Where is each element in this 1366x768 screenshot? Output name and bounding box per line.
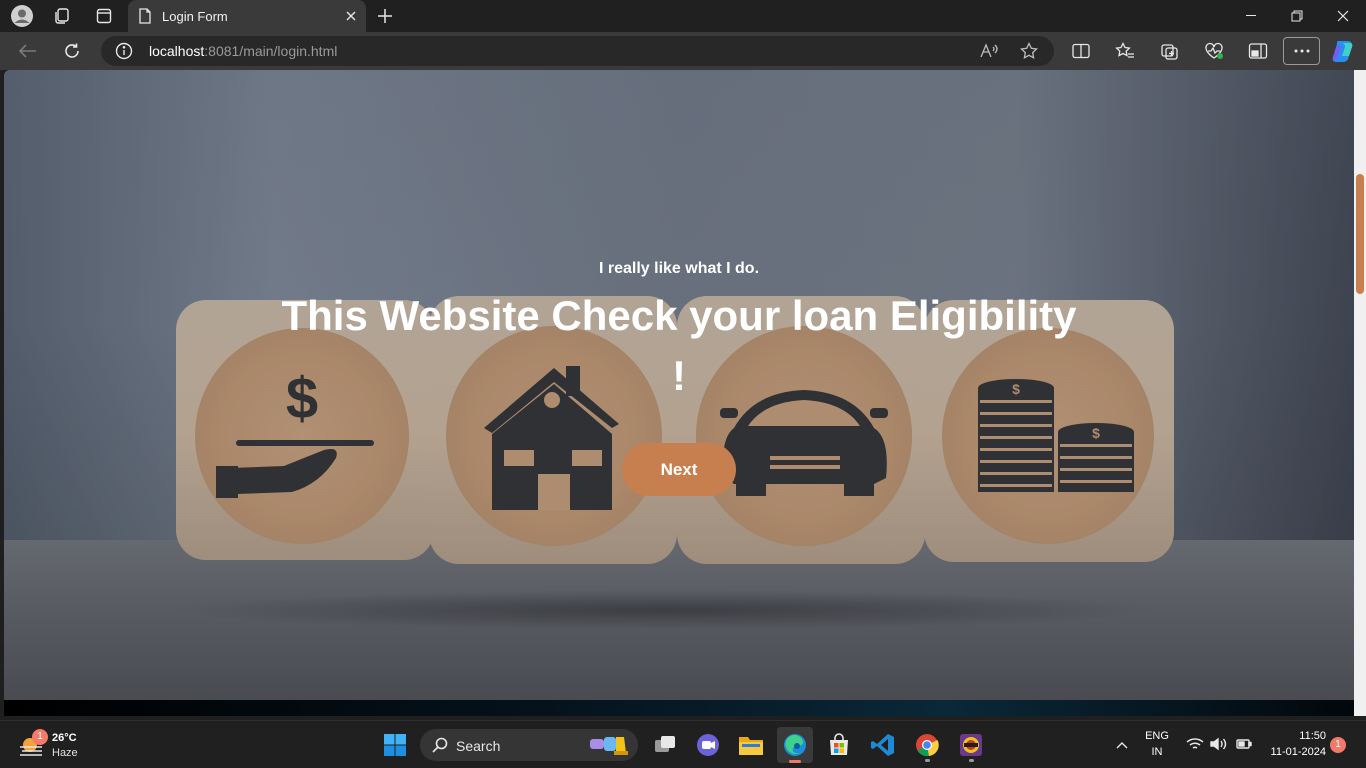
profile-avatar-icon[interactable] [8,4,36,28]
search-icon [432,737,448,753]
notification-badge[interactable]: 1 [1330,737,1346,753]
page-viewport: $ $ $ I really like what I do. This Webs… [4,70,1354,716]
minimize-icon[interactable] [1228,0,1274,32]
close-tab-icon[interactable] [342,7,360,25]
weather-condition: Haze [52,747,78,759]
browser-title-bar: Login Form [0,0,1366,32]
vscode-icon[interactable] [865,727,901,763]
tab-login-form[interactable]: Login Form [128,0,366,32]
search-label: Search [456,738,501,754]
input-region[interactable]: IN [1142,746,1172,758]
clock-time[interactable]: 11:50 [1262,730,1326,742]
scrollbar-thumb[interactable] [1356,174,1364,294]
hero-subtitle: I really like what I do. [598,260,760,277]
start-windows-icon[interactable] [377,727,413,763]
copilot-icon[interactable] [1328,37,1358,65]
vertical-tabs-icon[interactable] [90,4,118,28]
input-language[interactable]: ENG [1142,730,1172,742]
weather-alert-badge: 1 [32,729,48,745]
file-explorer-icon[interactable] [733,727,769,763]
hero-content: I really like what I do. This Website Ch… [4,70,1354,700]
refresh-icon[interactable] [57,37,87,65]
chrome-icon[interactable] [909,727,945,763]
address-bar[interactable]: localhost:8081/main/login.html [101,36,1054,66]
task-view-icon[interactable] [647,727,683,763]
teams-chat-icon[interactable] [690,727,726,763]
microsoft-store-icon[interactable] [821,727,857,763]
weather-widget[interactable]: 1 26°C Haze [18,729,88,761]
split-screen-icon[interactable] [1066,37,1096,65]
back-arrow-icon[interactable] [13,37,43,65]
clock-date[interactable]: 11-01-2024 [1262,746,1326,758]
sidebar-icon[interactable] [1243,37,1273,65]
site-info-icon[interactable] [115,42,133,60]
favorite-star-icon[interactable] [1018,41,1040,61]
search-highlight-icon [590,737,628,755]
volume-icon[interactable] [1210,737,1228,751]
page-footer-strip [4,700,1354,716]
workspaces-icon[interactable] [48,4,76,28]
read-aloud-icon[interactable] [978,41,1000,61]
taskbar-search[interactable]: Search [420,729,638,761]
page-icon [139,8,151,24]
battery-icon[interactable] [1234,737,1252,751]
project-app-icon[interactable] [953,727,989,763]
favorites-icon[interactable] [1110,37,1140,65]
tab-title: Login Form [162,8,228,24]
next-button[interactable]: Next [622,443,736,496]
browser-essentials-icon[interactable] [1199,37,1229,65]
restore-icon[interactable] [1274,0,1320,32]
url-text[interactable]: localhost:8081/main/login.html [149,43,337,59]
url-path: :8081/main/login.html [204,43,338,59]
browser-toolbar: localhost:8081/main/login.html [0,32,1366,70]
windows-taskbar: 1 26°C Haze Search ENG IN 11:50 11-01-20… [0,720,1366,768]
weather-temperature: 26°C [52,732,77,744]
hero-headline: This Website Check your loan Eligibility… [281,292,1077,399]
edge-browser-icon[interactable] [777,727,813,763]
more-options-icon[interactable] [1283,37,1320,65]
url-host: localhost [149,43,205,59]
wifi-icon[interactable] [1186,737,1204,751]
collections-icon[interactable] [1155,37,1185,65]
page-scrollbar[interactable] [1354,70,1366,716]
new-tab-icon[interactable] [372,4,398,28]
close-window-icon[interactable] [1320,0,1366,32]
show-hidden-icons-chevron-icon[interactable] [1107,727,1137,763]
